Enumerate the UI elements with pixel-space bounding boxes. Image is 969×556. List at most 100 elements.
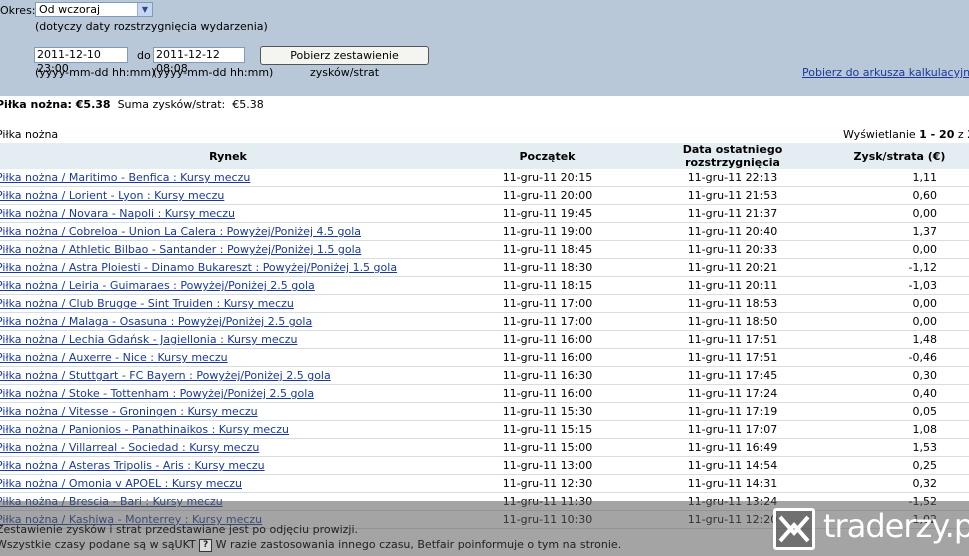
- period-note: (dotyczy daty rozstrzygnięcia wydarzenia…: [35, 20, 268, 33]
- start-cell: 11-gru-11 15:15: [460, 420, 635, 439]
- table-row: Piłka nożna / Athletic Bilbao - Santande…: [0, 240, 969, 259]
- pl-cell: -0,46: [830, 348, 969, 367]
- pl-cell: 0,30: [830, 366, 969, 385]
- market-cell: Piłka nożna / Leiria - Guimaraes : Powyż…: [0, 276, 460, 295]
- market-link[interactable]: Piłka nożna / Stoke - Tottenham : Powyże…: [0, 387, 314, 400]
- market-link[interactable]: Piłka nożna / Cobreloa - Union La Calera…: [0, 225, 361, 238]
- market-link[interactable]: Piłka nożna / Auxerre - Nice : Kursy mec…: [0, 351, 228, 364]
- settled-cell: 11-gru-11 18:50: [635, 312, 830, 331]
- market-cell: Piłka nożna / Maritimo - Benfica : Kursy…: [0, 169, 460, 187]
- table-row: Piłka nożna / Club Brugge - Sint Truiden…: [0, 294, 969, 313]
- filter-panel: Okres: Od wczoraj ▼ (dotyczy daty rozstr…: [0, 0, 969, 96]
- market-link[interactable]: Piłka nożna / Malaga - Osasuna : Powyżej…: [0, 315, 312, 328]
- watermark-text: traderzy.pl: [823, 507, 969, 545]
- market-cell: Piłka nożna / Villarreal - Sociedad : Ku…: [0, 438, 460, 457]
- pl-cell: 1,08: [830, 420, 969, 439]
- table-row: Piłka nożna / Lechia Gdańsk - Jagielloni…: [0, 330, 969, 349]
- start-cell: 11-gru-11 13:00: [460, 456, 635, 475]
- market-link[interactable]: Piłka nożna / Athletic Bilbao - Santande…: [0, 243, 361, 256]
- table-row: Piłka nożna / Asteras Tripolis - Aris : …: [0, 456, 969, 475]
- settled-cell: 11-gru-11 17:51: [635, 348, 830, 367]
- market-link[interactable]: Piłka nożna / Omonia v APOEL : Kursy mec…: [0, 477, 242, 490]
- start-cell: 11-gru-11 17:00: [460, 294, 635, 313]
- header-start[interactable]: Początek: [460, 143, 635, 169]
- settled-cell: 11-gru-11 20:33: [635, 240, 830, 259]
- start-cell: 11-gru-11 20:15: [460, 169, 635, 187]
- period-select[interactable]: Od wczoraj ▼: [35, 2, 153, 17]
- market-cell: Piłka nożna / Auxerre - Nice : Kursy mec…: [0, 348, 460, 367]
- settled-cell: 11-gru-11 17:19: [635, 402, 830, 421]
- table-row: Piłka nożna / Panionios - Panathinaikos …: [0, 420, 969, 439]
- market-link[interactable]: Piłka nożna / Astra Ploiesti - Dinamo Bu…: [0, 261, 397, 274]
- header-market[interactable]: Rynek: [0, 143, 460, 169]
- pl-cell: 1,11: [830, 169, 969, 187]
- market-link[interactable]: Piłka nożna / Leiria - Guimaraes : Powyż…: [0, 279, 315, 292]
- market-cell: Piłka nożna / Malaga - Osasuna : Powyżej…: [0, 312, 460, 331]
- table-row: Piłka nożna / Leiria - Guimaraes : Powyż…: [0, 276, 969, 295]
- start-cell: 11-gru-11 16:00: [460, 348, 635, 367]
- settled-cell: 11-gru-11 21:53: [635, 186, 830, 205]
- pl-cell: 0,32: [830, 474, 969, 493]
- settled-cell: 11-gru-11 20:11: [635, 276, 830, 295]
- table-row: Piłka nożna / Stuttgart - FC Bayern : Po…: [0, 366, 969, 385]
- market-link[interactable]: Piłka nożna / Lorient - Lyon : Kursy mec…: [0, 189, 224, 202]
- start-cell: 11-gru-11 12:30: [460, 474, 635, 493]
- start-cell: 11-gru-11 20:00: [460, 186, 635, 205]
- start-cell: 11-gru-11 15:30: [460, 402, 635, 421]
- chevron-down-icon[interactable]: ▼: [137, 3, 152, 16]
- sport-total: Piłka nożna: €5.38: [0, 98, 111, 111]
- market-link[interactable]: Piłka nożna / Asteras Tripolis - Aris : …: [0, 459, 265, 472]
- get-report-button[interactable]: Pobierz zestawienie zysków/strat: [260, 46, 429, 79]
- help-icon[interactable]: ?: [199, 538, 213, 552]
- settled-cell: 11-gru-11 16:49: [635, 438, 830, 457]
- timezone-note-suffix: W razie zastosowania innego czasu, Betfa…: [215, 538, 622, 551]
- pl-cell: 1,48: [830, 330, 969, 349]
- market-link[interactable]: Piłka nożna / Lechia Gdańsk - Jagielloni…: [0, 333, 297, 346]
- market-link[interactable]: Piłka nożna / Stuttgart - FC Bayern : Po…: [0, 369, 331, 382]
- date-to-input[interactable]: 2011-12-12 08:08: [153, 47, 245, 75]
- market-link[interactable]: Piłka nożna / Maritimo - Benfica : Kursy…: [0, 171, 250, 184]
- header-pl[interactable]: Zysk/strata (€): [830, 143, 969, 169]
- market-link[interactable]: Piłka nożna / Novara - Napoli : Kursy me…: [0, 207, 235, 220]
- settled-cell: 11-gru-11 20:21: [635, 258, 830, 277]
- header-settled[interactable]: Data ostatniego rozstrzygnięcia: [635, 143, 830, 169]
- start-cell: 11-gru-11 16:30: [460, 366, 635, 385]
- start-cell: 11-gru-11 17:00: [460, 312, 635, 331]
- pl-cell: -1,12: [830, 258, 969, 277]
- market-link[interactable]: Piłka nożna / Vitesse - Groningen : Kurs…: [0, 405, 258, 418]
- market-cell: Piłka nożna / Stoke - Tottenham : Powyże…: [0, 384, 460, 403]
- settled-cell: 11-gru-11 14:31: [635, 474, 830, 493]
- settled-cell: 11-gru-11 14:54: [635, 456, 830, 475]
- market-cell: Piłka nożna / Vitesse - Groningen : Kurs…: [0, 402, 460, 421]
- table-row: Piłka nożna / Cobreloa - Union La Calera…: [0, 222, 969, 241]
- start-cell: 11-gru-11 19:45: [460, 204, 635, 223]
- settled-cell: 11-gru-11 21:37: [635, 204, 830, 223]
- footer-note-commission: Zestawienie zysków i strat przedstawiane…: [0, 523, 359, 536]
- pl-cell: -1,03: [830, 276, 969, 295]
- date-from-input[interactable]: 2011-12-10 23:00: [34, 47, 128, 75]
- settled-cell: 11-gru-11 20:40: [635, 222, 830, 241]
- table-row: Piłka nożna / Novara - Napoli : Kursy me…: [0, 204, 969, 223]
- market-link[interactable]: Piłka nożna / Panionios - Panathinaikos …: [0, 423, 289, 436]
- market-link[interactable]: Piłka nożna / Villarreal - Sociedad : Ku…: [0, 441, 259, 454]
- market-cell: Piłka nożna / Stuttgart - FC Bayern : Po…: [0, 366, 460, 385]
- table-row: Piłka nożna / Omonia v APOEL : Kursy mec…: [0, 474, 969, 493]
- pl-cell: 0,00: [830, 240, 969, 259]
- paging-prefix: Wyświetlanie: [843, 128, 916, 141]
- market-cell: Piłka nożna / Novara - Napoli : Kursy me…: [0, 204, 460, 223]
- table-row: Piłka nożna / Stoke - Tottenham : Powyże…: [0, 384, 969, 403]
- table-row: Piłka nożna / Astra Ploiesti - Dinamo Bu…: [0, 258, 969, 277]
- pl-cell: 1,37: [830, 222, 969, 241]
- date-format-hint-to: (yyyy-mm-dd hh:mm): [153, 66, 274, 79]
- start-cell: 11-gru-11 16:00: [460, 330, 635, 349]
- pl-cell: 0,00: [830, 312, 969, 331]
- market-link[interactable]: Piłka nożna / Club Brugge - Sint Truiden…: [0, 297, 294, 310]
- spreadsheet-download-link[interactable]: Pobierz do arkusza kalkulacyjnego: [802, 66, 969, 79]
- settled-cell: 11-gru-11 18:53: [635, 294, 830, 313]
- settled-cell: 11-gru-11 17:07: [635, 420, 830, 439]
- pl-cell: 0,40: [830, 384, 969, 403]
- pl-cell: 0,00: [830, 294, 969, 313]
- period-select-value: Od wczoraj: [39, 3, 101, 16]
- market-cell: Piłka nożna / Lechia Gdańsk - Jagielloni…: [0, 330, 460, 349]
- settled-cell: 11-gru-11 17:24: [635, 384, 830, 403]
